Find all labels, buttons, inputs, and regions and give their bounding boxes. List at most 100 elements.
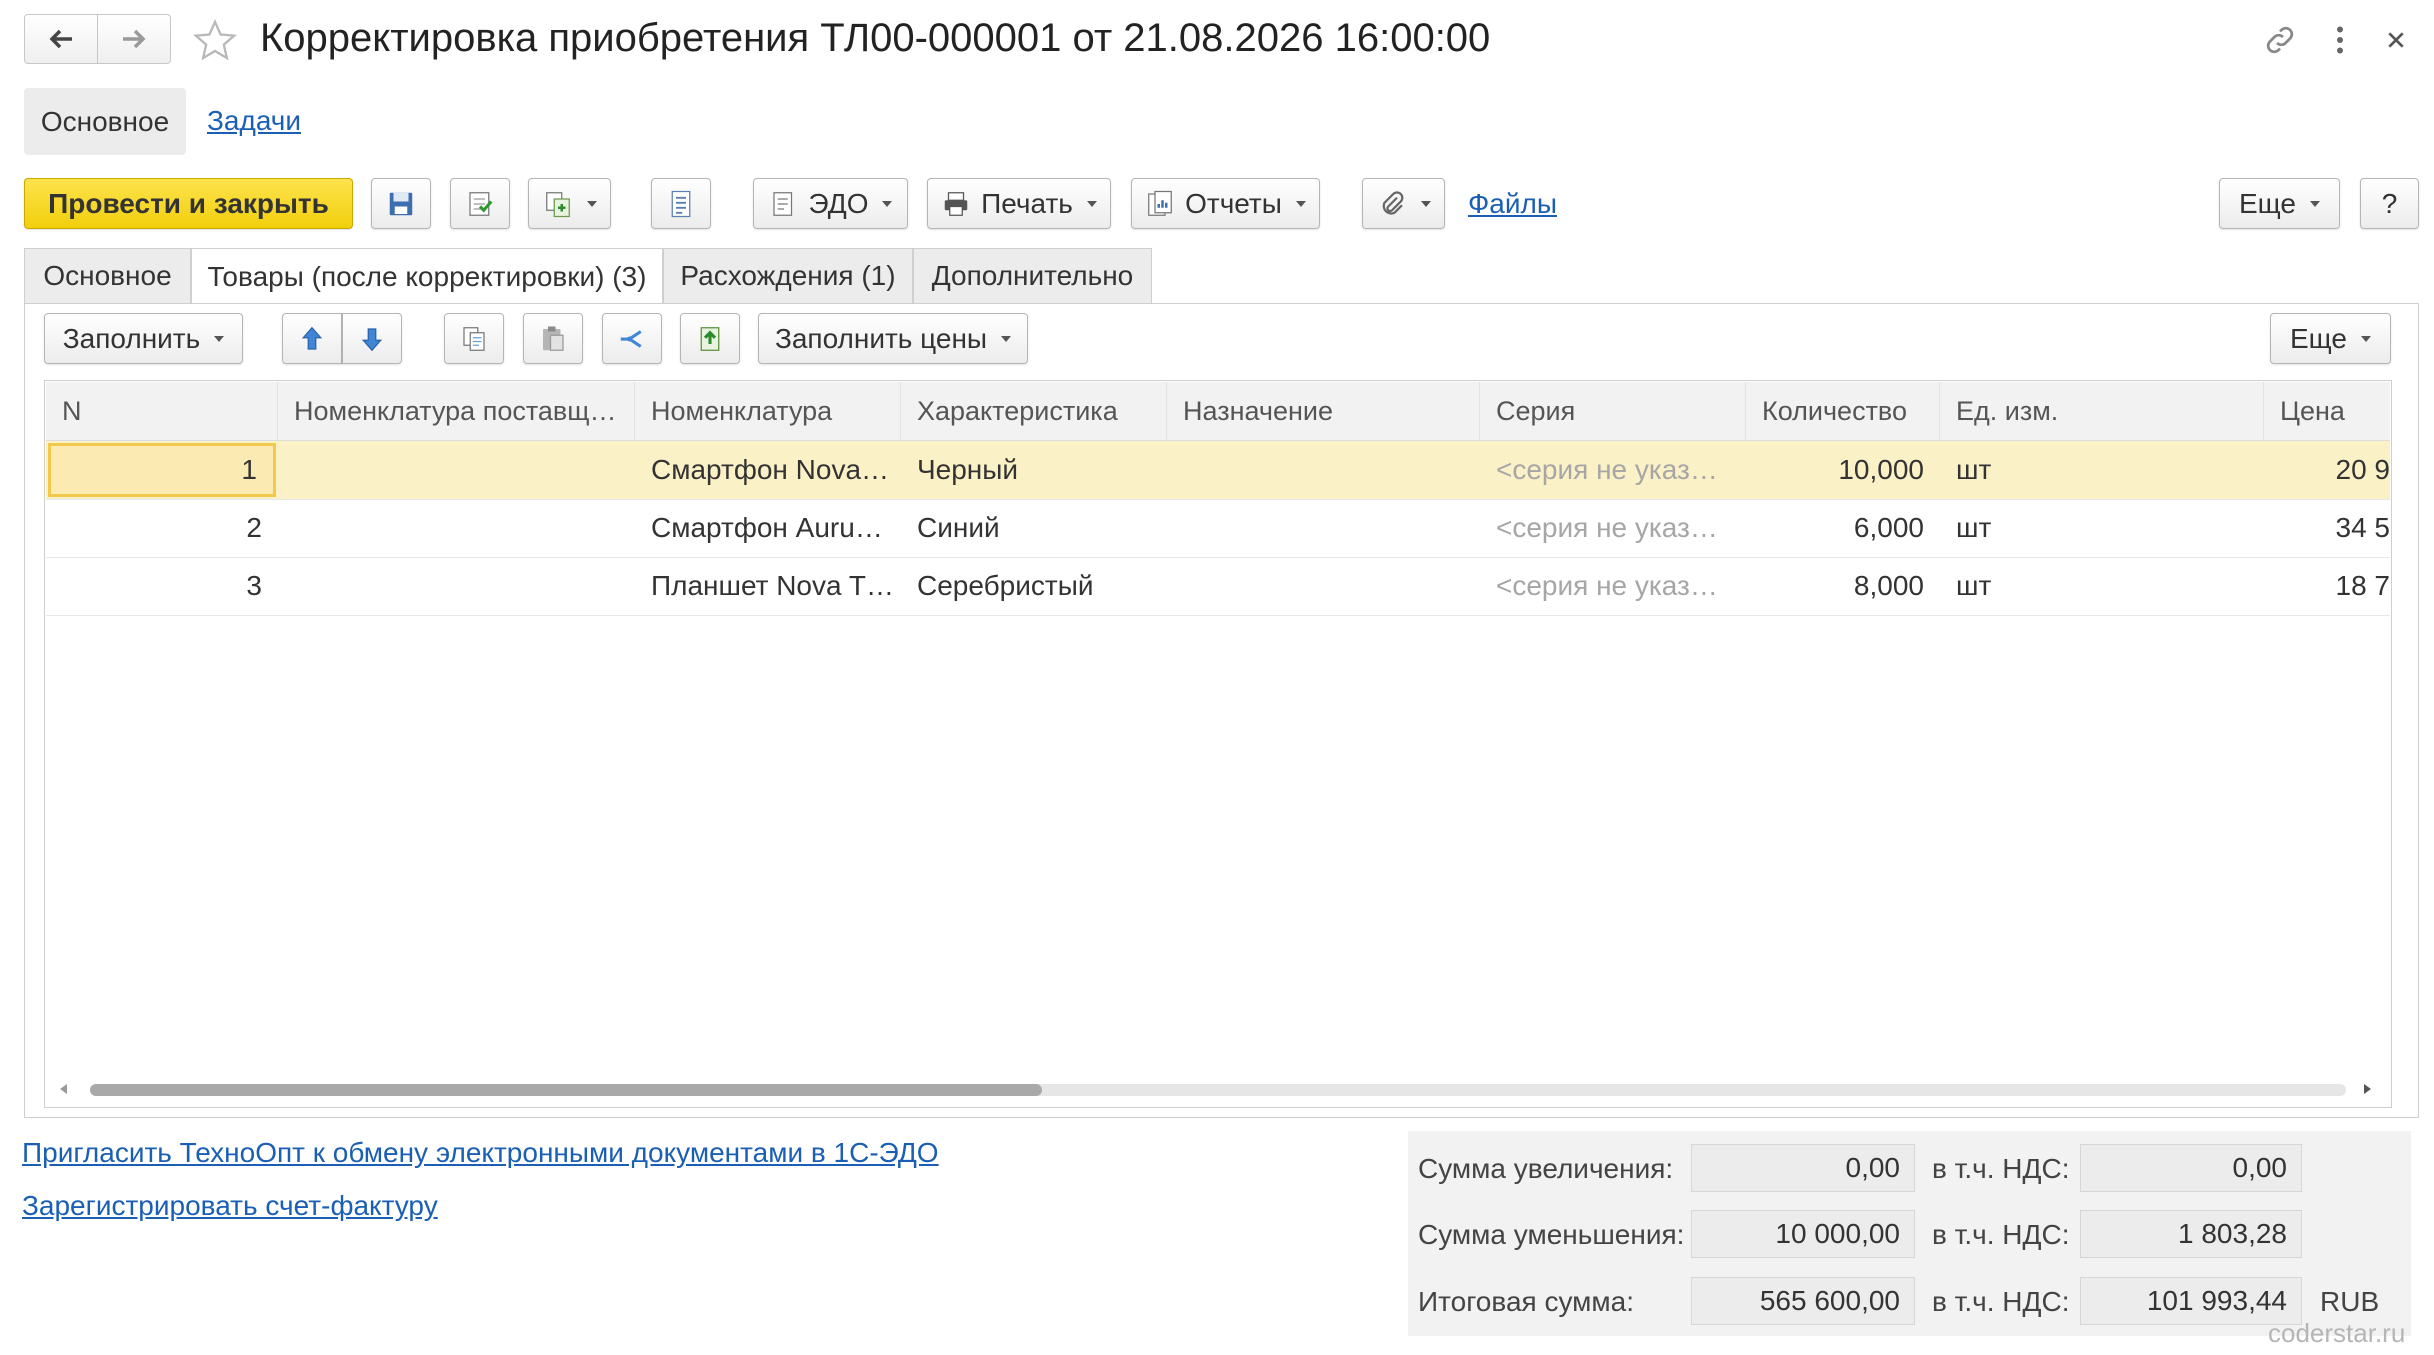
post-document-icon: [469, 191, 493, 216]
cell-purpose[interactable]: [1167, 499, 1480, 557]
nav-main[interactable]: Основное: [24, 88, 186, 155]
cell-unit[interactable]: шт: [1940, 557, 2264, 615]
scroll-left-arrow[interactable]: [60, 1084, 67, 1094]
decrease-sum-field: 10 000,00: [1691, 1210, 1915, 1258]
cell-n[interactable]: 3: [46, 557, 278, 615]
reports-button[interactable]: Отчеты: [1131, 178, 1320, 229]
cell-supplier-item[interactable]: [278, 499, 635, 557]
col-header-item[interactable]: Номенклатура: [635, 382, 901, 440]
nav-main-label: Основное: [40, 105, 170, 137]
cell-series[interactable]: <серия не указ…: [1480, 499, 1746, 557]
tab-main[interactable]: Основное: [24, 248, 191, 303]
edo-button[interactable]: ЭДО: [753, 178, 908, 229]
print-button[interactable]: Печать: [927, 178, 1111, 229]
close-icon[interactable]: [2380, 24, 2412, 56]
cell-unit[interactable]: шт: [1940, 499, 2264, 557]
tab-goods-after-correction[interactable]: Товары (после корректировки) (3): [191, 248, 663, 305]
col-header-series[interactable]: Серия: [1480, 382, 1746, 440]
cell-series[interactable]: <серия не указ…: [1480, 557, 1746, 615]
paperclip-icon: [1382, 190, 1403, 215]
pick-goods-button[interactable]: [680, 313, 740, 364]
tab-additional-label: Дополнительно: [931, 260, 1134, 291]
cell-purpose[interactable]: [1167, 441, 1480, 499]
fill-button[interactable]: Заполнить: [44, 313, 243, 364]
print-label: Печать: [981, 187, 1073, 219]
arrow-up-icon: [301, 326, 323, 350]
attachments-button[interactable]: [1362, 178, 1445, 229]
fill-prices-label: Заполнить цены: [774, 322, 988, 354]
save-button[interactable]: [371, 178, 431, 229]
copy-icon: [463, 326, 485, 351]
reports-icon: [1148, 190, 1172, 216]
scroll-right-arrow[interactable]: [2364, 1084, 2371, 1094]
list-document-icon: [671, 190, 691, 217]
table-row[interactable]: 3 Планшет Nova T… Серебристый <серия не …: [46, 557, 2390, 616]
back-button[interactable]: [24, 14, 98, 64]
col-header-quantity[interactable]: Количество: [1746, 382, 1940, 440]
document-structure-button[interactable]: [651, 178, 711, 229]
help-button[interactable]: ?: [2360, 178, 2419, 229]
cell-n[interactable]: 1: [48, 443, 276, 497]
fill-prices-button[interactable]: Заполнить цены: [758, 313, 1028, 364]
cell-quantity[interactable]: 10,000: [1746, 441, 1940, 499]
tab-discrepancies[interactable]: Расхождения (1): [663, 248, 913, 303]
nav-tasks[interactable]: Задачи: [207, 105, 301, 137]
move-up-button[interactable]: [282, 313, 342, 364]
files-link[interactable]: Файлы: [1468, 188, 1557, 220]
register-invoice-link[interactable]: Зарегистрировать счет-фактуру: [22, 1190, 438, 1222]
currency-label: RUB: [2320, 1286, 2380, 1317]
cell-price[interactable]: 20 9: [2264, 441, 2391, 499]
tab-goods-label: Товары (после корректировки) (3): [207, 261, 647, 292]
table-row[interactable]: 2 Смартфон Auru… Синий <серия не указ… 6…: [46, 499, 2390, 558]
cell-unit[interactable]: шт: [1940, 441, 2264, 499]
more-vertical-icon[interactable]: [2322, 22, 2358, 58]
col-header-unit[interactable]: Ед. изм.: [1940, 382, 2264, 440]
paste-button[interactable]: [523, 313, 583, 364]
increase-vat-field: 0,00: [2080, 1144, 2302, 1192]
move-down-button[interactable]: [342, 313, 402, 364]
post-and-close-label: Провести и закрыть: [48, 187, 329, 219]
cell-supplier-item[interactable]: [278, 557, 635, 615]
cell-quantity[interactable]: 6,000: [1746, 499, 1940, 557]
cell-characteristic[interactable]: Серебристый: [901, 557, 1167, 615]
cell-characteristic[interactable]: Черный: [901, 441, 1167, 499]
col-header-price[interactable]: Цена: [2264, 382, 2390, 440]
split-row-button[interactable]: [602, 313, 662, 364]
cell-purpose[interactable]: [1167, 557, 1480, 615]
cell-supplier-item[interactable]: [278, 441, 635, 499]
forward-button[interactable]: [97, 14, 171, 64]
table-more-button[interactable]: Еще: [2270, 313, 2391, 364]
link-icon[interactable]: [2262, 22, 2298, 58]
tab-additional[interactable]: Дополнительно: [913, 248, 1152, 303]
favorite-star-icon[interactable]: [192, 18, 238, 64]
reports-label: Отчеты: [1185, 187, 1282, 219]
col-header-characteristic[interactable]: Характеристика: [901, 382, 1167, 440]
fill-label: Заполнить: [62, 322, 201, 354]
increase-sum-label: Сумма увеличения:: [1418, 1153, 1674, 1184]
cell-characteristic[interactable]: Синий: [901, 499, 1167, 557]
copy-button[interactable]: [444, 313, 504, 364]
cell-price[interactable]: 18 7: [2264, 557, 2391, 615]
cell-item[interactable]: Смартфон Auru…: [635, 499, 901, 557]
cell-quantity[interactable]: 8,000: [1746, 557, 1940, 615]
create-based-on-button[interactable]: [528, 178, 611, 229]
col-header-n[interactable]: N: [46, 382, 278, 440]
create-based-on-icon: [545, 191, 570, 217]
selection-icon: [700, 326, 720, 351]
col-header-supplier-item[interactable]: Номенклатура поставщ…: [278, 382, 635, 440]
cell-item[interactable]: Смартфон Nova…: [635, 441, 901, 499]
table-row[interactable]: 1 Смартфон Nova… Черный <серия не указ… …: [46, 441, 2390, 500]
printer-icon: [944, 191, 968, 216]
post-button[interactable]: [450, 178, 510, 229]
cell-item[interactable]: Планшет Nova T…: [635, 557, 901, 615]
cell-n[interactable]: 2: [46, 499, 278, 557]
cell-series[interactable]: <серия не указ…: [1480, 441, 1746, 499]
post-and-close-button[interactable]: Провести и закрыть: [24, 178, 353, 229]
invite-edo-link[interactable]: Пригласить ТехноОпт к обмену электронным…: [22, 1137, 939, 1169]
cell-price[interactable]: 34 5: [2264, 499, 2391, 557]
decrease-vat-label: в т.ч. НДС:: [1932, 1219, 2070, 1250]
increase-sum-field: 0,00: [1691, 1144, 1915, 1192]
horizontal-scrollbar-thumb[interactable]: [90, 1084, 1042, 1096]
col-header-purpose[interactable]: Назначение: [1167, 382, 1480, 440]
more-button[interactable]: Еще: [2219, 178, 2340, 229]
